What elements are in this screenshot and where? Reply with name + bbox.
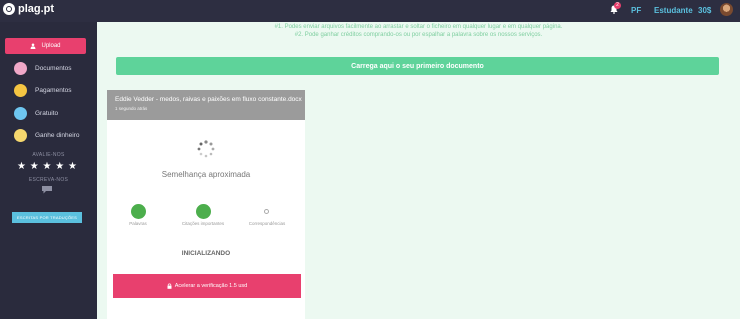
credits-link[interactable]: 30$	[698, 6, 711, 15]
hint-2: #2. Pode ganhar créditos comprando-os ou…	[294, 32, 543, 38]
star-icon[interactable]: ★	[55, 161, 64, 172]
star-icon[interactable]: ★	[17, 161, 26, 172]
documents-icon	[14, 62, 27, 75]
chat-icon[interactable]	[41, 185, 53, 194]
sidebar-item-label: Documentos	[35, 65, 72, 72]
logo-text: plag.pt	[18, 3, 55, 15]
free-icon	[14, 107, 27, 120]
star-icon[interactable]: ★	[43, 161, 52, 172]
main-content: #1. Podes enviar arquivos facilmente ao …	[97, 22, 740, 319]
sidebar-item-documents[interactable]: Documentos	[14, 62, 72, 75]
sidebar-item-payments[interactable]: Pagamentos	[14, 84, 72, 97]
matches-label: Correspondências	[248, 221, 286, 226]
money-icon	[14, 129, 27, 142]
status-label: INICIALIZANDO	[181, 250, 231, 257]
logo-icon	[3, 3, 15, 15]
sidebar: Upload Documentos Pagamentos Gratuito Ga…	[0, 22, 97, 319]
write-us-label: ESCREVA-NOS	[28, 177, 69, 183]
words-status-dot	[131, 204, 146, 219]
citations-label: Citações importantes	[181, 221, 225, 226]
matches-status-dot	[264, 209, 269, 214]
sidebar-item-label: Pagamentos	[35, 87, 72, 94]
translations-button[interactable]: ESCRITAS POR TRADUÇÕES	[12, 212, 82, 223]
document-card: Eddie Vedder - medos, raivas e paixões e…	[107, 90, 305, 319]
loading-spinner-icon	[197, 140, 215, 158]
document-title[interactable]: Eddie Vedder - medos, raivas e paixões e…	[115, 96, 302, 103]
speed-up-label: Acelerar a verificação 1.5 usd	[174, 283, 248, 289]
sidebar-item-free[interactable]: Gratuito	[14, 107, 58, 120]
upload-label: Upload	[41, 43, 61, 49]
rate-us-label: AVALIE-NOS	[32, 152, 65, 158]
lock-icon	[167, 283, 172, 289]
pf-link[interactable]: PF	[631, 6, 641, 15]
upload-button[interactable]: Upload	[5, 38, 86, 54]
upload-first-document-button[interactable]: Carrega aqui o seu primeiro documento	[116, 57, 719, 75]
student-link[interactable]: Estudante	[654, 6, 693, 15]
star-icon[interactable]: ★	[30, 161, 39, 172]
star-icon[interactable]: ★	[68, 161, 77, 172]
document-card-header: Eddie Vedder - medos, raivas e paixões e…	[107, 90, 305, 120]
words-label: Palavras	[129, 221, 147, 226]
sidebar-item-earn-money[interactable]: Ganhe dinheiro	[14, 129, 79, 142]
citations-status-dot	[196, 204, 211, 219]
document-time: 1 segundo atrás	[115, 106, 148, 111]
avatar[interactable]	[720, 3, 733, 16]
user-icon	[31, 43, 36, 49]
rating-stars: ★ ★ ★ ★ ★	[17, 161, 77, 172]
payments-icon	[14, 84, 27, 97]
logo[interactable]: plag.pt	[3, 3, 54, 15]
similarity-label: Semelhança aproximada	[161, 170, 251, 179]
hint-1: #1. Podes enviar arquivos facilmente ao …	[274, 24, 563, 30]
notification-badge: 2	[614, 2, 621, 9]
top-bar: plag.pt 2 PF Estudante 30$	[0, 0, 740, 22]
sidebar-item-label: Gratuito	[35, 110, 59, 117]
sidebar-item-label: Ganhe dinheiro	[35, 132, 80, 139]
speed-up-verification-button[interactable]: Acelerar a verificação 1.5 usd	[113, 274, 301, 298]
